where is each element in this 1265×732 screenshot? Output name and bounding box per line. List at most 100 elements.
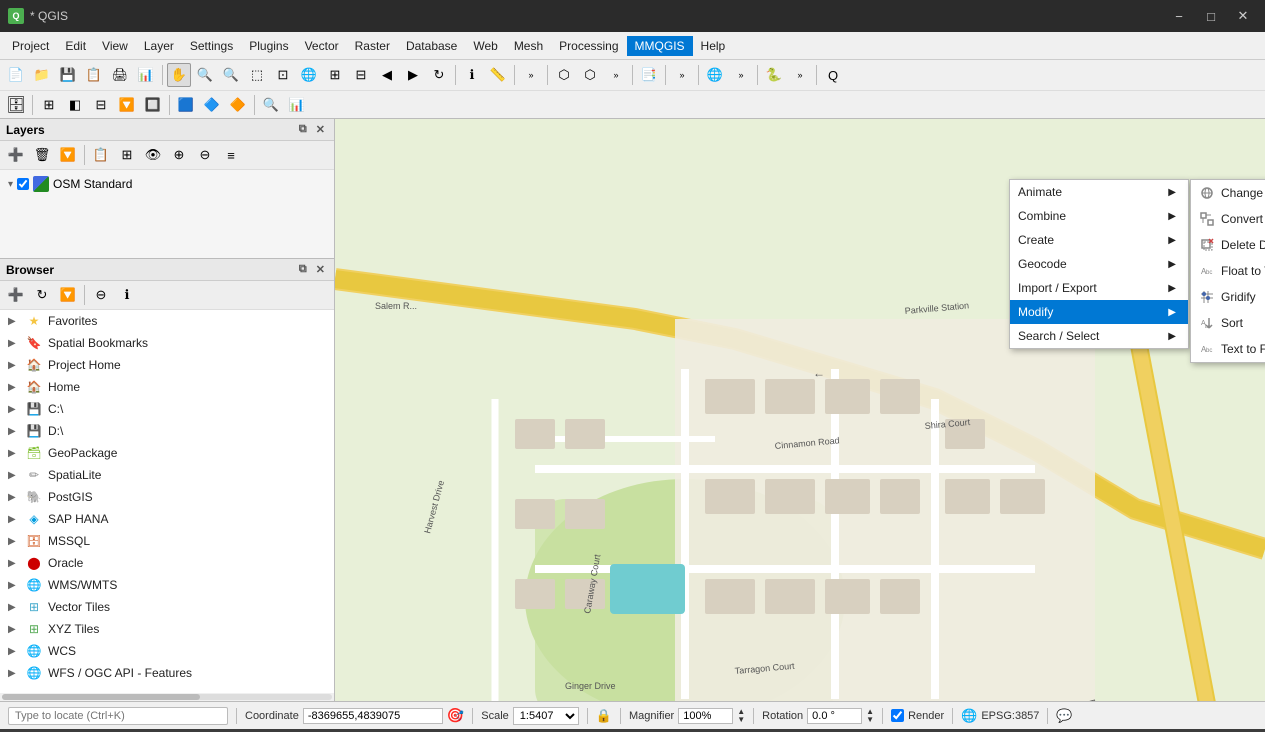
tb2-search[interactable]: 🔍 [259,93,283,117]
map-area[interactable]: Parkville Station Salem R... Harvest Dri… [335,119,1265,701]
tb2-open-db[interactable]: 🗄 [4,93,28,117]
browser-add-resource[interactable]: ➕ [4,283,28,307]
tb-zoom-layer[interactable]: ⊞ [323,63,347,87]
browser-filter[interactable]: 🔽 [56,283,80,307]
layers-filter[interactable]: 🔽 [56,143,80,167]
mmqgis-search-select[interactable]: Search / Select ▶ [1010,324,1188,348]
browser-item-wcs[interactable]: ▶ 🌐 WCS [0,640,334,662]
tb-pan[interactable]: ✋ [167,63,191,87]
tb2-btn3[interactable]: ⊟ [89,93,113,117]
menu-mmqgis[interactable]: MMQGIS [627,36,693,56]
browser-item-vector-tiles[interactable]: ▶ ⊞ Vector Tiles [0,596,334,618]
layers-expand[interactable]: ⊕ [167,143,191,167]
magnifier-input[interactable] [678,708,733,724]
tb-more-2[interactable]: » [604,63,628,87]
browser-collapse-all[interactable]: ⊖ [89,283,113,307]
tb-attr-table[interactable]: 📑 [637,63,661,87]
modify-gridify[interactable]: Gridify [1191,284,1265,310]
tb-refresh[interactable]: ↻ [427,63,451,87]
browser-item-spatial-bookmarks[interactable]: ▶ 🔖 Spatial Bookmarks [0,332,334,354]
mmqgis-modify[interactable]: Modify ▶ [1010,300,1188,324]
tb-measure[interactable]: 📏 [486,63,510,87]
mmqgis-animate[interactable]: Animate ▶ [1010,180,1188,204]
browser-refresh[interactable]: ↻ [30,283,54,307]
modify-change-projection[interactable]: Change Projection [1191,180,1265,206]
rotation-input[interactable] [807,708,862,724]
messages-icon[interactable]: 💬 [1056,708,1072,724]
tb2-filter[interactable]: 🔽 [115,93,139,117]
browser-item-d[interactable]: ▶ 💾 D:\ [0,420,334,442]
modify-sort[interactable]: A bc Sort [1191,310,1265,336]
tb-compose[interactable]: 📊 [134,63,158,87]
close-button[interactable]: ✕ [1229,5,1257,27]
browser-item-home[interactable]: ▶ 🏠 Home [0,376,334,398]
browser-item-c[interactable]: ▶ 💾 C:\ [0,398,334,420]
tb-qgis[interactable]: Q [821,63,845,87]
tb-identify[interactable]: ℹ [460,63,484,87]
tb-save-as[interactable]: 📋 [82,63,106,87]
menu-web[interactable]: Web [465,36,505,56]
layers-collapse[interactable]: ⊖ [193,143,217,167]
layers-add-group[interactable]: ⊞ [115,143,139,167]
tb-zoom-rubber[interactable]: ⬚ [245,63,269,87]
browser-item-spatialite[interactable]: ▶ ✏ SpatiaLite [0,464,334,486]
tb-zoom-native[interactable]: ⊡ [271,63,295,87]
tb-zoom-full[interactable]: 🌐 [297,63,321,87]
epsg-item[interactable]: 🌐 EPSG:3857 [961,708,1039,724]
mmqgis-combine[interactable]: Combine ▶ [1010,204,1188,228]
layers-open-attr[interactable]: 📋 [89,143,113,167]
tb2-deselect[interactable]: 🔶 [226,93,250,117]
browser-item-geopackage[interactable]: ▶ 🗃 GeoPackage [0,442,334,464]
modify-convert-geometry[interactable]: Convert Geometry Type [1191,206,1265,232]
menu-view[interactable]: View [94,36,136,56]
scale-select[interactable]: 1:5407 1:1000 1:10000 [513,707,579,725]
maximize-button[interactable]: □ [1197,5,1225,27]
tb-wms[interactable]: 🌐 [703,63,727,87]
menu-edit[interactable]: Edit [57,36,94,56]
menu-settings[interactable]: Settings [182,36,241,56]
tb-more-1[interactable]: » [519,63,543,87]
tb2-stats[interactable]: 📊 [285,93,309,117]
tb-save[interactable]: 💾 [56,63,80,87]
browser-item-saphana[interactable]: ▶ ◈ SAP HANA [0,508,334,530]
tb-more-4[interactable]: » [729,63,753,87]
browser-float-icon[interactable]: ⧉ [296,262,310,277]
browser-close-icon[interactable]: ✕ [313,262,328,277]
tb-new[interactable]: 📄 [4,63,28,87]
tb-open[interactable]: 📁 [30,63,54,87]
browser-item-oracle[interactable]: ▶ ⬤ Oracle [0,552,334,574]
mmqgis-create[interactable]: Create ▶ [1010,228,1188,252]
modify-float-to-text[interactable]: A bc Float to Text [1191,258,1265,284]
modify-text-to-float[interactable]: A bc Text to Float [1191,336,1265,362]
modify-delete-duplicate[interactable]: Delete Duplicate Geometries [1191,232,1265,258]
tb-print[interactable]: 🖨 [108,63,132,87]
mmqgis-import-export[interactable]: Import / Export ▶ [1010,276,1188,300]
menu-plugins[interactable]: Plugins [241,36,296,56]
layer-item[interactable]: ▾ OSM Standard [4,174,330,194]
layer-visibility-checkbox[interactable] [17,178,29,190]
menu-help[interactable]: Help [693,36,734,56]
tb-zoom-selection[interactable]: ⊟ [349,63,373,87]
browser-item-wfs[interactable]: ▶ 🌐 WFS / OGC API - Features [0,662,334,684]
render-checkbox[interactable] [891,709,904,722]
tb-zoom-out[interactable]: 🔍 [219,63,243,87]
tb2-btn1[interactable]: ⊞ [37,93,61,117]
menu-mesh[interactable]: Mesh [506,36,551,56]
tb-more-3[interactable]: » [670,63,694,87]
browser-item-wms[interactable]: ▶ 🌐 WMS/WMTS [0,574,334,596]
layers-visibility[interactable]: 👁 [141,143,165,167]
browser-item-xyz-tiles[interactable]: ▶ ⊞ XYZ Tiles [0,618,334,640]
menu-layer[interactable]: Layer [136,36,182,56]
layers-float-icon[interactable]: ⧉ [296,122,310,137]
layers-add[interactable]: ➕ [4,143,28,167]
browser-item-mssql[interactable]: ▶ 🗄 MSSQL [0,530,334,552]
coordinate-input[interactable] [303,708,443,724]
browser-item-project-home[interactable]: ▶ 🏠 Project Home [0,354,334,376]
tb-digitize1[interactable]: ⬡ [552,63,576,87]
menu-raster[interactable]: Raster [347,36,398,56]
tb2-select-feat[interactable]: 🔷 [200,93,224,117]
tb-python[interactable]: 🐍 [762,63,786,87]
layers-remove[interactable]: 🗑 [30,143,54,167]
magnifier-stepper[interactable]: ▲ ▼ [737,708,745,724]
tb-more-5[interactable]: » [788,63,812,87]
